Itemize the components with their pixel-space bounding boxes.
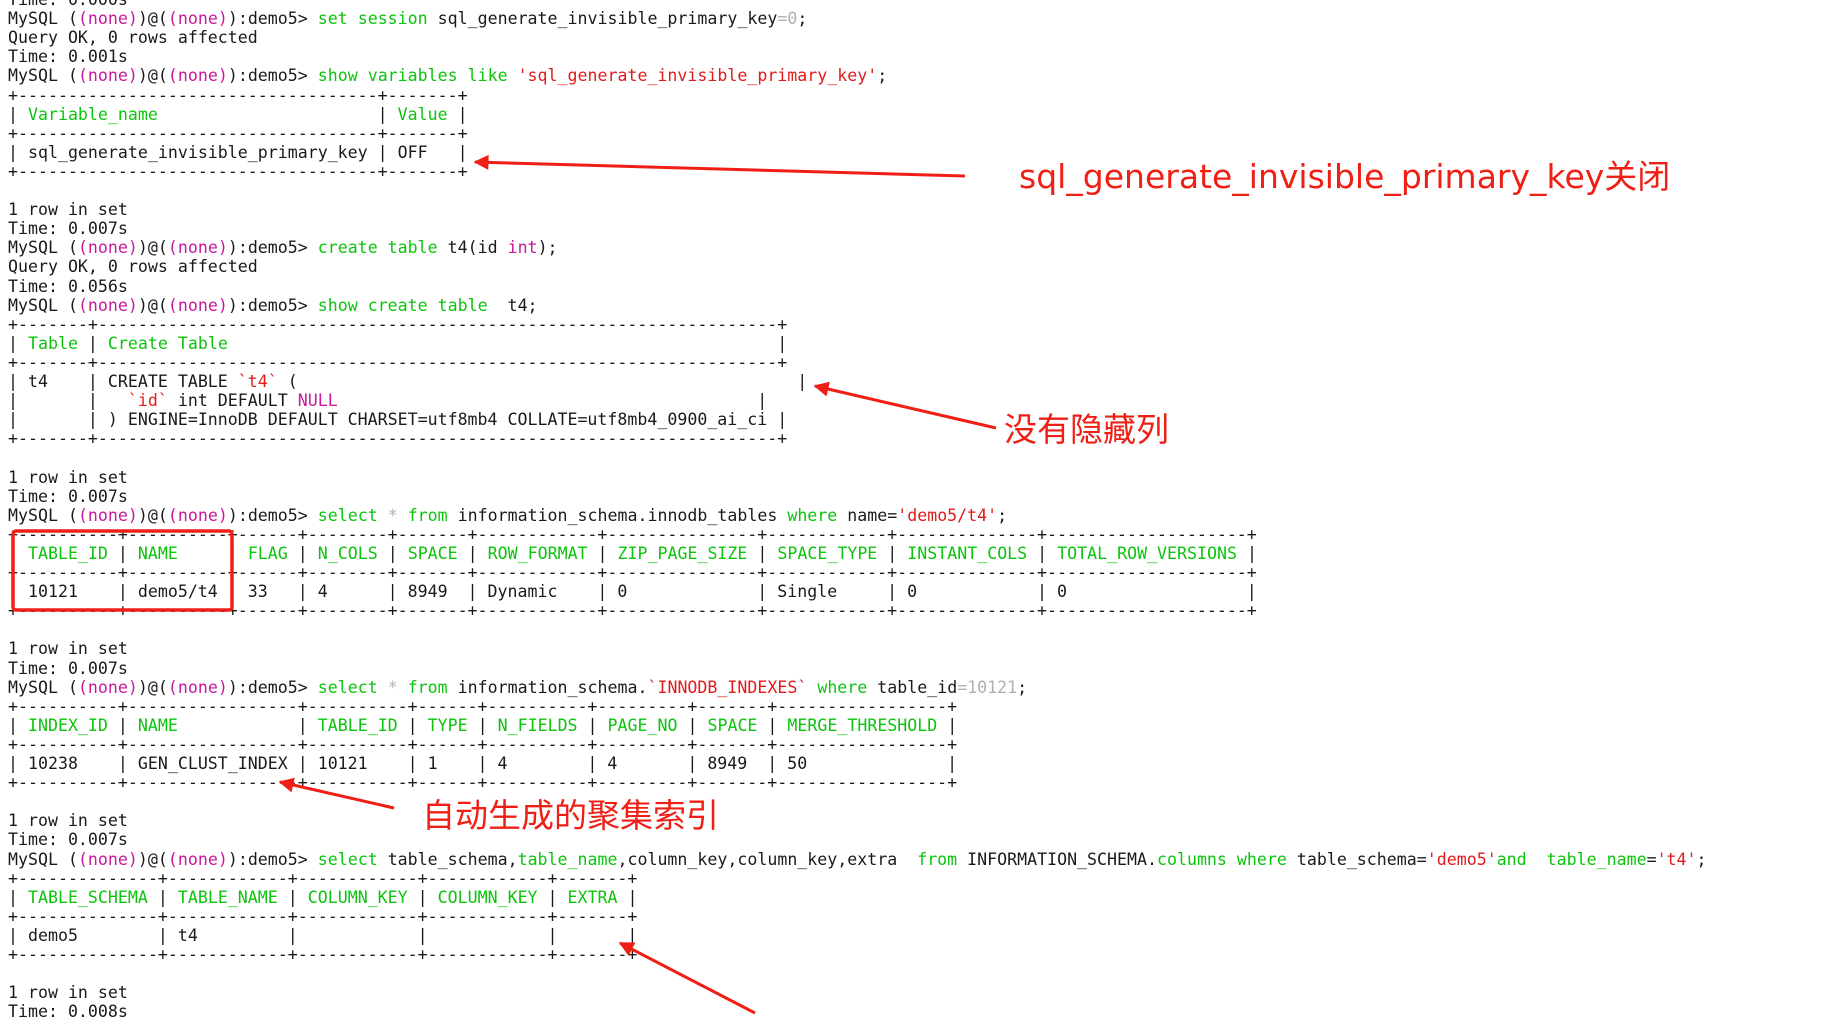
terminal-window: Time: 0.000sMySQL ((none))@((none)):demo… xyxy=(0,0,1836,1027)
arrow-no-hidden-column xyxy=(813,381,997,430)
arrow-columns-result xyxy=(618,941,756,1015)
arrow-gipk xyxy=(473,154,966,178)
arrow-clustered-index xyxy=(278,777,395,810)
annotation-overlay xyxy=(11,154,997,1015)
highlight-box-table-id-name xyxy=(11,529,234,612)
